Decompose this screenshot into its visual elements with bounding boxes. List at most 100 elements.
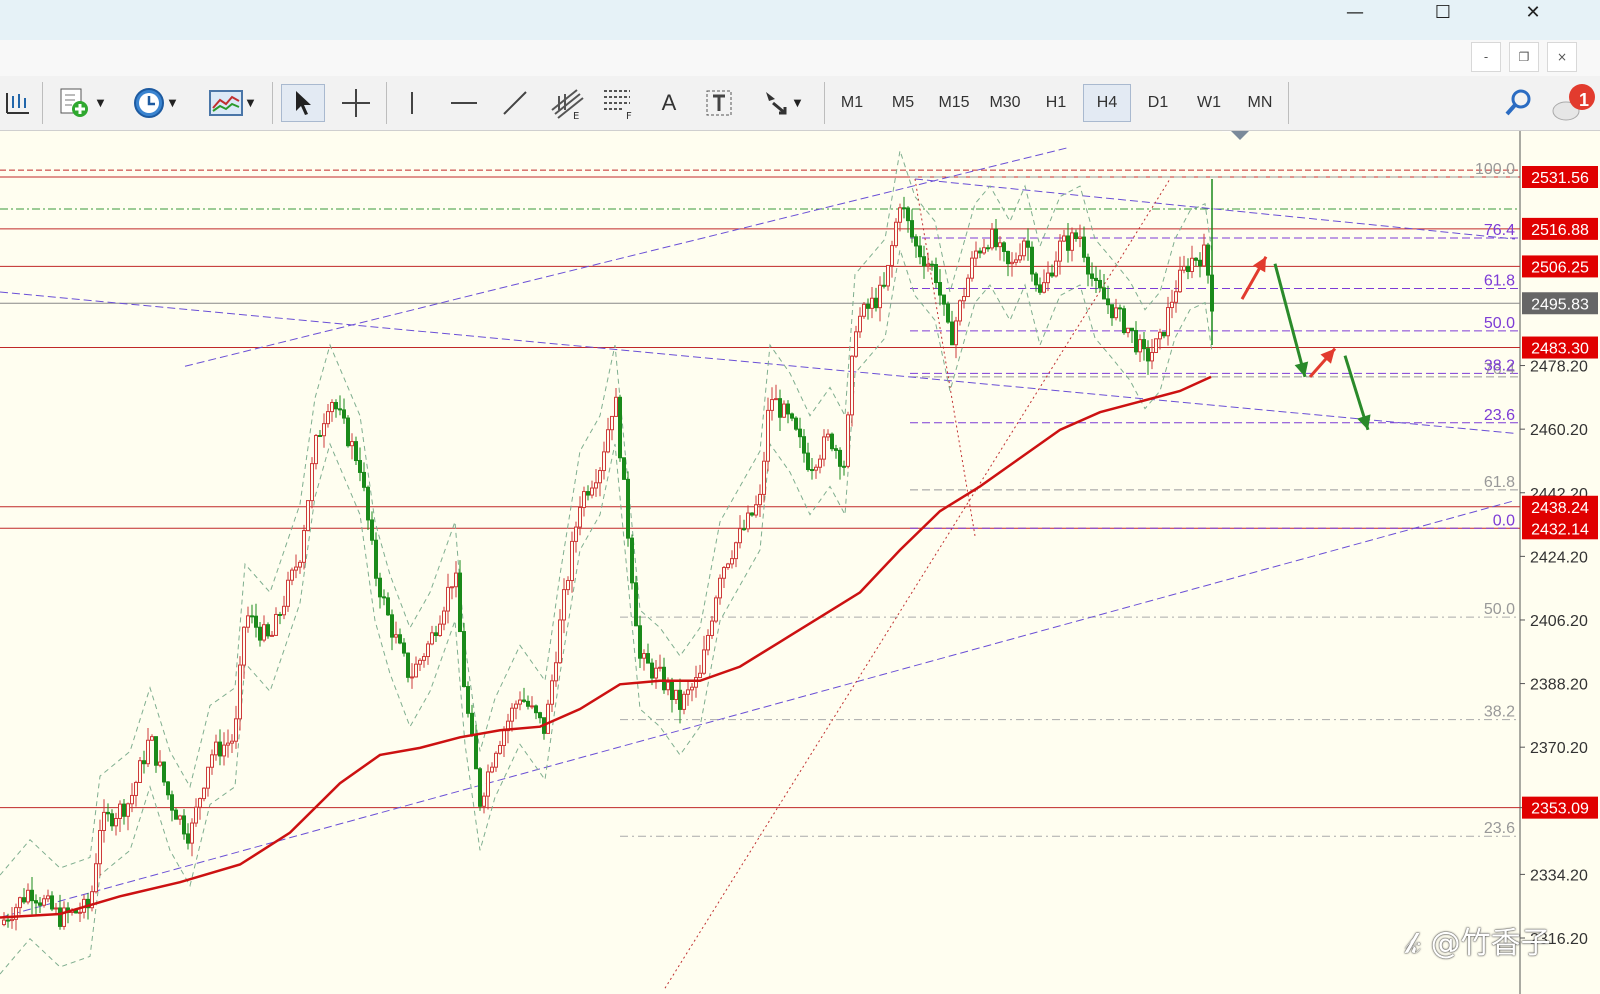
vertical-line-icon [411,92,413,114]
window-close-button[interactable]: ✕ [1510,0,1556,24]
candle-body [154,736,158,766]
candle-body [390,614,394,638]
candle-body [10,918,14,922]
candle-body [902,207,906,210]
candle-body [218,741,222,757]
chart-close-button[interactable]: × [1547,42,1577,72]
candle-body [334,402,338,410]
candle-body [722,567,726,579]
fibo-retracement-button[interactable]: F [598,84,640,122]
candle-body [922,256,926,267]
candle-body [1034,273,1038,286]
timeframe-mn[interactable]: MN [1236,84,1284,122]
candle-body [518,699,522,705]
cursor-button[interactable] [281,84,325,122]
horizontal-line-button[interactable] [443,84,485,122]
candle-body [686,689,690,695]
candle-body [78,911,82,914]
timeframe-h4[interactable]: H4 [1083,84,1131,122]
trendline-button[interactable] [494,84,536,122]
candle-body [462,631,466,688]
window-minimize-button[interactable]: — [1332,0,1378,24]
candle-body [142,760,146,765]
candle-body [918,245,922,258]
candle-body [818,458,822,468]
candle-body [366,486,370,521]
text-tool-button[interactable]: A [645,84,693,122]
candle-body [1014,259,1018,263]
crosshair-button[interactable] [336,84,376,122]
timeframe-d1[interactable]: D1 [1134,84,1182,122]
indicators-button[interactable]: ▼ [200,84,262,122]
candle-body [1074,232,1078,240]
timeframe-h1[interactable]: H1 [1032,84,1080,122]
text-tool-icon: A [661,90,677,115]
candle-body [786,403,790,415]
candle-body [978,250,982,254]
candle-body [950,321,954,346]
timeframe-m1[interactable]: M1 [828,84,876,122]
candle-body [926,263,930,267]
timeframe-m15[interactable]: M15 [930,84,978,122]
candle-body [546,703,550,734]
price-tick-label: 2388.20 [1530,677,1588,694]
clock-button[interactable]: ▼ [124,84,184,122]
candle-body [238,664,242,720]
timeframe-m5[interactable]: M5 [879,84,927,122]
candle-body [658,666,662,669]
price-tick-label: 2460.20 [1530,422,1588,439]
candle-body [914,236,918,247]
notifications-button[interactable]: 1 [1548,84,1600,122]
candle-body [730,558,734,565]
price-tick-label: 2424.20 [1530,549,1588,566]
candle-body [550,680,554,705]
candle-body [182,815,186,835]
timeframe-w1[interactable]: W1 [1185,84,1233,122]
candle-body [802,436,806,454]
candle-body [306,500,310,532]
candle-body [654,667,658,679]
candle-body [478,768,482,807]
candle-body [682,693,686,710]
candle-body [214,741,218,756]
fib-label: 23.6 [1484,407,1515,424]
candle-body [554,662,558,682]
chart-properties-icon[interactable] [0,84,36,122]
candle-body [666,681,670,691]
candle-body [38,902,42,906]
vertical-line-button[interactable] [396,84,428,122]
candle-body [558,619,562,664]
candle-body [130,794,134,805]
candle-body [194,806,198,824]
search-icon [1505,89,1531,116]
candle-body [1006,250,1010,265]
toolbar-separator [386,82,387,124]
search-button[interactable] [1498,84,1538,122]
price-label: 2432.14 [1531,521,1589,538]
candle-body [850,355,854,416]
candle-body [1162,331,1166,337]
text-label-button[interactable] [700,84,738,122]
price-chart[interactable]: 2316.202334.202353.092370.202388.202406.… [0,131,1600,994]
timeframe-m30[interactable]: M30 [981,84,1029,122]
candle-body [510,707,514,722]
equidistant-channel-button[interactable]: E [545,84,589,122]
window-maximize-button[interactable]: ☐ [1420,0,1466,24]
candle-body [270,634,274,637]
arrows-tool-button[interactable]: ▼ [750,84,812,122]
new-chart-button[interactable]: ▼ [52,84,110,122]
candle-body [242,626,246,666]
chart-restore-button[interactable]: ❐ [1509,42,1539,72]
candle-body [330,402,334,413]
candle-body [874,297,878,309]
candle-body [490,766,494,773]
candle-body [394,634,398,638]
candle-body [206,766,210,789]
candle-body [694,677,698,688]
candle-body [174,809,178,820]
candle-body [638,625,642,659]
chart-minimize-button[interactable]: - [1471,42,1501,72]
candle-body [770,399,774,411]
candle-body [1018,255,1022,261]
candle-body [1094,277,1098,281]
